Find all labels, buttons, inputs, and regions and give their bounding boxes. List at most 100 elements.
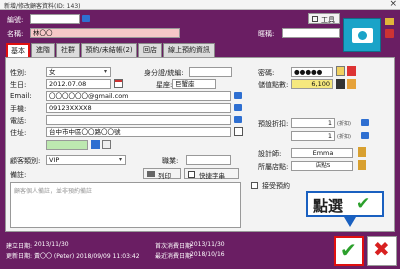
photo-folder-icon[interactable] [385, 18, 394, 25]
calendar-icon[interactable] [114, 79, 123, 88]
tools-icon [312, 16, 318, 22]
notes-textarea[interactable]: 顧客個人備註，並非預約備註 [10, 182, 241, 228]
email-chip-icon[interactable] [234, 92, 242, 99]
created-value: 2013/11/30 [34, 241, 69, 248]
member-no-label: 編號: [7, 16, 24, 24]
nickname-label: 暱稱: [258, 30, 275, 38]
balance-label: 儲值點數: [258, 81, 289, 89]
tab-basic[interactable]: 基本 [6, 43, 30, 57]
window-title: 新增/修改顧客資料(ID: 143) [4, 3, 81, 10]
zodiac-label: 星座: [156, 81, 173, 89]
created-label: 建立日期: [6, 243, 33, 250]
pre-discount-label: 預設折扣: [258, 120, 289, 128]
id-label: 身分證/統編: [144, 69, 184, 77]
first-visit-value: 2013/11/30 [190, 241, 225, 248]
address-label: 住址: [10, 129, 27, 137]
pen-icon[interactable] [347, 79, 356, 89]
birthday-field[interactable]: 2012.07.08 [46, 79, 111, 89]
discount2-unit: (折扣) [337, 134, 351, 140]
designer-label: 設計師: [258, 150, 282, 158]
tab-advanced[interactable]: 進階 [31, 43, 55, 57]
photo-area[interactable] [343, 18, 381, 52]
print-button-label: 列印 [158, 172, 171, 180]
balance-field: 6,100 [291, 79, 333, 89]
quick-text-icon [188, 171, 195, 178]
notes-placeholder: 顧客個人備註，並非預約備註 [14, 188, 93, 195]
camera-icon [352, 28, 373, 43]
modified-value: 黃〇〇 (Peter) 2018/09/09 11:03:42 [34, 253, 140, 260]
address-field[interactable]: 台中市中區〇〇路〇〇號 [46, 127, 231, 137]
pre-discount-field[interactable]: 1 [291, 118, 335, 128]
confirm-button[interactable]: ✔ [334, 236, 364, 266]
map-pin-icon[interactable] [102, 140, 111, 149]
broom-icon[interactable] [358, 160, 366, 170]
annotation-arrow-icon [344, 217, 356, 227]
tab-booking-unpaid[interactable]: 預約/未結帳(2) [81, 43, 137, 57]
member-no-field[interactable] [30, 14, 80, 24]
tab-return[interactable]: 回店 [138, 43, 162, 57]
check-icon: ✔ [356, 194, 371, 214]
map-icon[interactable] [91, 140, 100, 149]
birthday-label: 生日: [10, 81, 27, 89]
zodiac-field: 巨蟹座 [172, 79, 216, 89]
cancel-button[interactable]: ✖ [367, 236, 397, 266]
check-icon: ✔ [340, 238, 357, 262]
nickname-field[interactable] [282, 28, 340, 38]
store-label: 所屬店點: [258, 163, 289, 171]
tools-button[interactable]: 工具 [308, 13, 340, 24]
quick-text-button-label: 快捷字串 [199, 172, 225, 180]
store-field[interactable]: 店點S [291, 161, 353, 171]
gender-label: 性別: [10, 69, 27, 77]
email-label: Email: [10, 92, 32, 100]
pre-discount-chip-icon[interactable] [361, 119, 369, 126]
chevron-down-icon: ▾ [119, 156, 123, 163]
job-field[interactable] [186, 155, 231, 165]
tab-social[interactable]: 社群 [56, 43, 80, 57]
gender-select[interactable]: 女 [46, 67, 111, 77]
calculator-icon[interactable] [336, 79, 345, 89]
title-bar: 新增/修改顧客資料(ID: 143) × [0, 0, 400, 10]
edit-icon[interactable] [336, 66, 345, 76]
broom-icon[interactable] [358, 147, 366, 157]
notes-label: 備註: [10, 171, 27, 179]
discount2-field[interactable]: 1 [291, 131, 335, 141]
printer-icon [147, 171, 155, 177]
customer-type-label: 顧客類別: [10, 157, 41, 165]
tools-button-label: 工具 [321, 16, 335, 24]
phone-chip-icon[interactable] [234, 116, 242, 123]
member-no-chip-icon[interactable] [82, 15, 90, 22]
name-field[interactable]: 林〇〇 [30, 28, 180, 38]
password-field[interactable]: ●●●●● [291, 67, 333, 77]
id-field[interactable] [189, 67, 232, 77]
accept-booking-checkbox[interactable] [251, 182, 258, 189]
discount2-chip-icon[interactable] [361, 132, 369, 139]
customer-type-select[interactable]: VIP [46, 155, 126, 165]
modified-label: 更新日期: [6, 253, 33, 260]
click-annotation: 點選 ✔ [306, 191, 384, 217]
quick-text-button[interactable]: 快捷字串 [184, 168, 239, 180]
first-visit-label: 首次消費日期: [155, 243, 194, 250]
print-button[interactable]: 列印 [143, 168, 181, 180]
tab-online-booking[interactable]: 線上預約資訊 [163, 43, 215, 57]
mobile-label: 手機: [10, 105, 27, 113]
last-visit-value: 2018/10/16 [190, 251, 225, 258]
eraser-icon[interactable] [347, 66, 356, 76]
close-icon[interactable]: × [389, 0, 397, 9]
zip-field[interactable] [46, 140, 88, 150]
phone-field[interactable] [46, 115, 231, 125]
accept-booking-label: 接受預約 [262, 182, 290, 190]
last-visit-label: 最近消費日期: [155, 253, 194, 260]
annotation-text: 點選 [313, 197, 344, 215]
mobile-field[interactable]: 09123XXXX8 [46, 103, 231, 113]
chevron-down-icon: ▾ [104, 68, 108, 75]
photo-delete-icon[interactable] [385, 29, 394, 38]
pre-discount-unit: (折扣) [337, 121, 351, 127]
address-copy-icon[interactable] [234, 127, 243, 136]
email-field[interactable]: 〇〇〇〇〇〇@gmail.com [46, 91, 231, 101]
designer-field[interactable]: Emma [291, 148, 353, 158]
password-label: 密碼: [258, 69, 275, 77]
customer-editor-window: 新增/修改顧客資料(ID: 143) × 編號: 工具 名稱: 林〇〇 暱稱: … [0, 0, 400, 269]
mobile-chip-icon[interactable] [234, 104, 242, 111]
phone-label: 電話: [10, 117, 27, 125]
name-label: 名稱: [7, 30, 24, 38]
